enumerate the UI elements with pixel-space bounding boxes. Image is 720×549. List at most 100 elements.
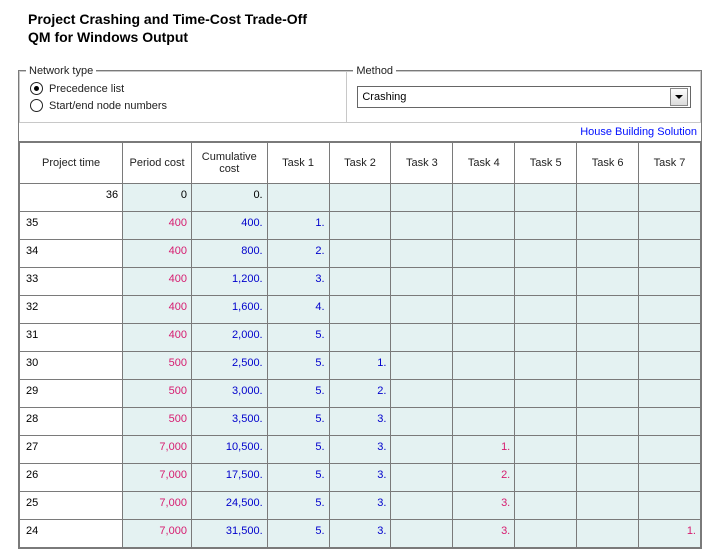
cell-task-4[interactable]: 3. [453, 492, 515, 520]
cell-task-6[interactable] [577, 492, 639, 520]
cell-task-6[interactable] [577, 324, 639, 352]
radio-start-end-nodes[interactable]: Start/end node numbers [30, 97, 336, 114]
cell-task-4[interactable]: 1. [453, 436, 515, 464]
cell-project-time[interactable]: 29 [20, 380, 123, 408]
col-task-5[interactable]: Task 5 [515, 143, 577, 184]
cell-cumulative-cost[interactable]: 0. [191, 184, 267, 212]
cell-task-3[interactable] [391, 324, 453, 352]
cell-task-4[interactable] [453, 212, 515, 240]
cell-task-1[interactable]: 5. [267, 380, 329, 408]
cell-period-cost[interactable]: 400 [123, 296, 192, 324]
cell-cumulative-cost[interactable]: 800. [191, 240, 267, 268]
cell-period-cost[interactable]: 0 [123, 184, 192, 212]
cell-task-3[interactable] [391, 464, 453, 492]
cell-task-6[interactable] [577, 408, 639, 436]
cell-period-cost[interactable]: 400 [123, 268, 192, 296]
cell-task-2[interactable] [329, 268, 391, 296]
col-task-2[interactable]: Task 2 [329, 143, 391, 184]
cell-task-3[interactable] [391, 520, 453, 548]
cell-task-3[interactable] [391, 408, 453, 436]
cell-task-3[interactable] [391, 352, 453, 380]
col-period-cost[interactable]: Period cost [123, 143, 192, 184]
cell-task-7[interactable] [639, 352, 701, 380]
cell-project-time[interactable]: 35 [20, 212, 123, 240]
cell-task-4[interactable] [453, 324, 515, 352]
cell-cumulative-cost[interactable]: 24,500. [191, 492, 267, 520]
cell-task-1[interactable]: 5. [267, 492, 329, 520]
cell-task-3[interactable] [391, 492, 453, 520]
cell-task-1[interactable]: 5. [267, 464, 329, 492]
cell-task-5[interactable] [515, 380, 577, 408]
cell-task-3[interactable] [391, 268, 453, 296]
cell-task-7[interactable] [639, 324, 701, 352]
cell-task-7[interactable] [639, 268, 701, 296]
cell-task-6[interactable] [577, 520, 639, 548]
cell-task-2[interactable]: 3. [329, 464, 391, 492]
cell-task-4[interactable]: 2. [453, 464, 515, 492]
cell-task-1[interactable]: 5. [267, 352, 329, 380]
cell-cumulative-cost[interactable]: 3,500. [191, 408, 267, 436]
method-dropdown[interactable]: Crashing [357, 86, 691, 108]
cell-task-3[interactable] [391, 240, 453, 268]
cell-project-time[interactable]: 31 [20, 324, 123, 352]
cell-project-time[interactable]: 32 [20, 296, 123, 324]
cell-task-1[interactable] [267, 184, 329, 212]
cell-task-5[interactable] [515, 520, 577, 548]
col-task-1[interactable]: Task 1 [267, 143, 329, 184]
cell-task-7[interactable] [639, 492, 701, 520]
cell-task-3[interactable] [391, 184, 453, 212]
cell-task-4[interactable] [453, 240, 515, 268]
cell-period-cost[interactable]: 500 [123, 352, 192, 380]
cell-cumulative-cost[interactable]: 3,000. [191, 380, 267, 408]
cell-task-1[interactable]: 3. [267, 268, 329, 296]
cell-task-6[interactable] [577, 352, 639, 380]
cell-task-5[interactable] [515, 212, 577, 240]
cell-task-7[interactable] [639, 408, 701, 436]
cell-task-4[interactable] [453, 296, 515, 324]
cell-task-6[interactable] [577, 240, 639, 268]
cell-cumulative-cost[interactable]: 17,500. [191, 464, 267, 492]
cell-task-2[interactable]: 3. [329, 520, 391, 548]
cell-period-cost[interactable]: 7,000 [123, 492, 192, 520]
cell-task-2[interactable]: 3. [329, 408, 391, 436]
cell-task-1[interactable]: 2. [267, 240, 329, 268]
cell-task-7[interactable] [639, 184, 701, 212]
cell-task-6[interactable] [577, 380, 639, 408]
cell-task-4[interactable]: 3. [453, 520, 515, 548]
cell-task-3[interactable] [391, 212, 453, 240]
cell-cumulative-cost[interactable]: 2,500. [191, 352, 267, 380]
col-task-7[interactable]: Task 7 [639, 143, 701, 184]
col-project-time[interactable]: Project time [20, 143, 123, 184]
cell-task-2[interactable] [329, 296, 391, 324]
cell-task-2[interactable]: 2. [329, 380, 391, 408]
cell-task-7[interactable]: 1. [639, 520, 701, 548]
cell-task-5[interactable] [515, 464, 577, 492]
cell-task-5[interactable] [515, 296, 577, 324]
cell-task-6[interactable] [577, 184, 639, 212]
cell-task-5[interactable] [515, 268, 577, 296]
cell-cumulative-cost[interactable]: 1,600. [191, 296, 267, 324]
cell-cumulative-cost[interactable]: 31,500. [191, 520, 267, 548]
cell-task-1[interactable]: 5. [267, 436, 329, 464]
cell-period-cost[interactable]: 7,000 [123, 520, 192, 548]
col-task-4[interactable]: Task 4 [453, 143, 515, 184]
cell-task-3[interactable] [391, 436, 453, 464]
cell-task-3[interactable] [391, 380, 453, 408]
cell-project-time[interactable]: 25 [20, 492, 123, 520]
cell-project-time[interactable]: 30 [20, 352, 123, 380]
cell-project-time[interactable]: 36 [20, 184, 123, 212]
cell-project-time[interactable]: 33 [20, 268, 123, 296]
cell-project-time[interactable]: 28 [20, 408, 123, 436]
cell-cumulative-cost[interactable]: 2,000. [191, 324, 267, 352]
cell-period-cost[interactable]: 500 [123, 408, 192, 436]
cell-task-1[interactable]: 5. [267, 408, 329, 436]
cell-task-7[interactable] [639, 436, 701, 464]
cell-task-4[interactable] [453, 184, 515, 212]
cell-period-cost[interactable]: 7,000 [123, 436, 192, 464]
cell-task-1[interactable]: 5. [267, 520, 329, 548]
cell-task-6[interactable] [577, 212, 639, 240]
cell-task-7[interactable] [639, 380, 701, 408]
radio-precedence-list[interactable]: Precedence list [30, 80, 336, 97]
cell-task-2[interactable]: 1. [329, 352, 391, 380]
cell-task-5[interactable] [515, 184, 577, 212]
